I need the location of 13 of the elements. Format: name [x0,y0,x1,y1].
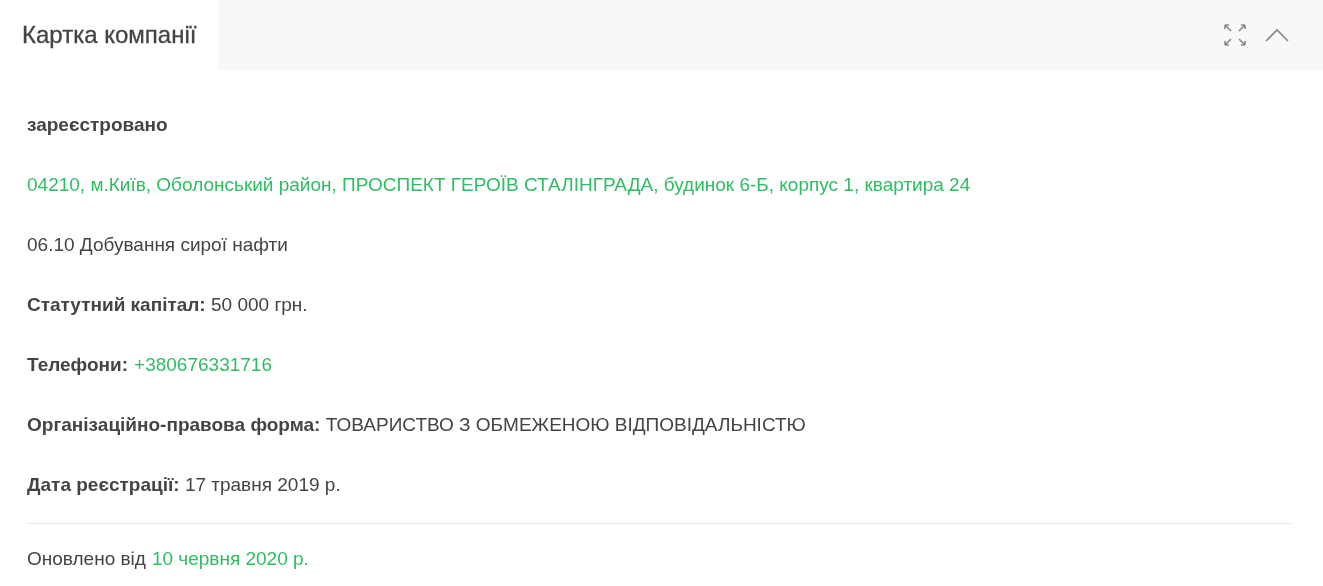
expand-icon[interactable] [1223,23,1247,47]
field-text: Організаційно-правова форма: ТОВАРИСТВО З ОБМЕЖЕНОЮ ВІДПОВІДАЛЬНІСТЮ [27,414,806,436]
activity-text: 06.10 Добування сирої нафти [27,234,288,256]
status-text: зареєстровано [27,114,168,136]
address-link[interactable]: 04210, м.Київ, Оболонський район, ПРОСПЕКТ ГЕРОЇВ СТАЛІНГРАДА, будинок 6-Б, корпус 1, квартира 24 [27,174,971,196]
updated-label: Оновлено від [27,548,146,570]
field-text: Статутний капітал: 50 000 грн. [27,294,308,316]
phone-link[interactable]: +380676331716 [134,354,272,376]
field-text: Дата реєстрації: 17 травня 2019 р. [27,474,341,496]
collapse-chevron-icon[interactable] [1265,28,1289,42]
updated-date-link[interactable]: 10 червня 2020 р. [151,548,309,570]
field-label: Телефони: [27,354,129,376]
panel-title: Картка компанії [0,0,219,70]
